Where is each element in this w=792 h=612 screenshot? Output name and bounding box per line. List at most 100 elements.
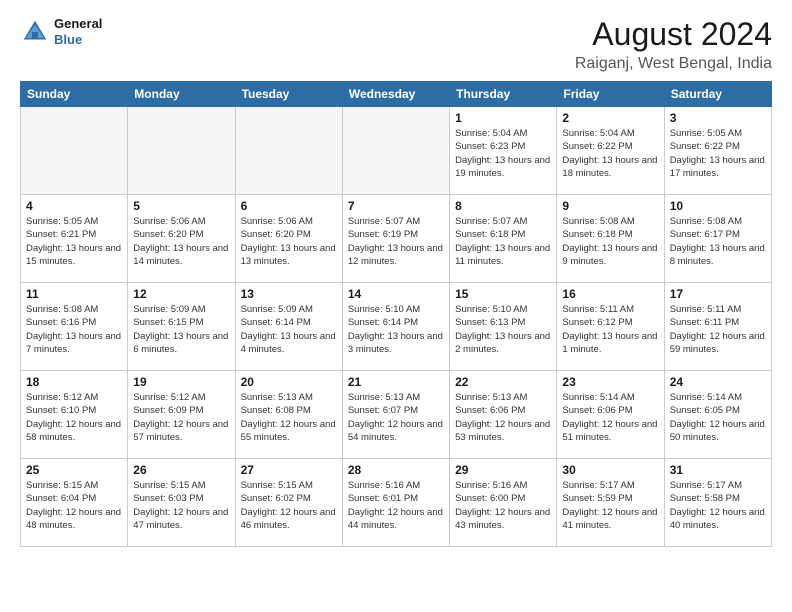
calendar-cell: 29 Sunrise: 5:16 AM Sunset: 6:00 PM Dayli… <box>450 459 557 547</box>
day-info: Sunrise: 5:15 AM Sunset: 6:02 PM Dayligh… <box>241 479 337 532</box>
calendar-cell: 5 Sunrise: 5:06 AM Sunset: 6:20 PM Daylig… <box>128 195 235 283</box>
day-info: Sunrise: 5:06 AM Sunset: 6:20 PM Dayligh… <box>241 215 337 268</box>
day-number: 2 <box>562 111 658 125</box>
calendar-week-1: 1Sunrise: 5:04 AM Sunset: 6:23 PM Daylig… <box>21 107 772 195</box>
day-info: Sunrise: 5:12 AM Sunset: 6:10 PM Dayligh… <box>26 391 122 444</box>
calendar-cell: 23 Sunrise: 5:14 AM Sunset: 6:06 PM Dayli… <box>557 371 664 459</box>
calendar-cell: 17 Sunrise: 5:11 AM Sunset: 6:11 PM Dayli… <box>664 283 771 371</box>
day-info: Sunrise: 5:08 AM Sunset: 6:17 PM Dayligh… <box>670 215 766 268</box>
calendar-header-saturday: Saturday <box>664 82 771 107</box>
calendar-cell: 6 Sunrise: 5:06 AM Sunset: 6:20 PM Daylig… <box>235 195 342 283</box>
day-number: 14 <box>348 287 444 301</box>
day-number: 22 <box>455 375 551 389</box>
day-info: Sunrise: 5:04 AM Sunset: 6:22 PM Dayligh… <box>562 127 658 180</box>
calendar-cell: 27 Sunrise: 5:15 AM Sunset: 6:02 PM Dayli… <box>235 459 342 547</box>
day-number: 17 <box>670 287 766 301</box>
day-number: 30 <box>562 463 658 477</box>
calendar-cell: 21 Sunrise: 5:13 AM Sunset: 6:07 PM Dayli… <box>342 371 449 459</box>
day-info: Sunrise: 5:14 AM Sunset: 6:06 PM Dayligh… <box>562 391 658 444</box>
calendar-header-thursday: Thursday <box>450 82 557 107</box>
day-info: Sunrise: 5:05 AM Sunset: 6:21 PM Dayligh… <box>26 215 122 268</box>
day-info: Sunrise: 5:15 AM Sunset: 6:04 PM Dayligh… <box>26 479 122 532</box>
calendar-cell: 13Sunrise: 5:09 AM Sunset: 6:14 PM Dayli… <box>235 283 342 371</box>
location-title: Raiganj, West Bengal, India <box>575 55 772 73</box>
day-number: 27 <box>241 463 337 477</box>
calendar-cell: 2 Sunrise: 5:04 AM Sunset: 6:22 PM Daylig… <box>557 107 664 195</box>
day-info: Sunrise: 5:10 AM Sunset: 6:14 PM Dayligh… <box>348 303 444 356</box>
day-number: 29 <box>455 463 551 477</box>
day-number: 10 <box>670 199 766 213</box>
calendar-week-4: 18 Sunrise: 5:12 AM Sunset: 6:10 PM Dayli… <box>21 371 772 459</box>
calendar-header-wednesday: Wednesday <box>342 82 449 107</box>
day-info: Sunrise: 5:17 AM Sunset: 5:58 PM Dayligh… <box>670 479 766 532</box>
day-number: 11 <box>26 287 122 301</box>
calendar-cell: 28 Sunrise: 5:16 AM Sunset: 6:01 PM Dayli… <box>342 459 449 547</box>
day-number: 28 <box>348 463 444 477</box>
day-number: 9 <box>562 199 658 213</box>
calendar-cell: 11Sunrise: 5:08 AM Sunset: 6:16 PM Dayli… <box>21 283 128 371</box>
day-info: Sunrise: 5:05 AM Sunset: 6:22 PM Dayligh… <box>670 127 766 180</box>
calendar-week-2: 4 Sunrise: 5:05 AM Sunset: 6:21 PM Daylig… <box>21 195 772 283</box>
calendar-cell: 10 Sunrise: 5:08 AM Sunset: 6:17 PM Dayli… <box>664 195 771 283</box>
calendar-cell: 31 Sunrise: 5:17 AM Sunset: 5:58 PM Dayli… <box>664 459 771 547</box>
day-number: 31 <box>670 463 766 477</box>
calendar-cell: 15 Sunrise: 5:10 AM Sunset: 6:13 PM Dayli… <box>450 283 557 371</box>
calendar-header-monday: Monday <box>128 82 235 107</box>
day-number: 5 <box>133 199 229 213</box>
day-info: Sunrise: 5:13 AM Sunset: 6:07 PM Dayligh… <box>348 391 444 444</box>
calendar-week-5: 25 Sunrise: 5:15 AM Sunset: 6:04 PM Dayli… <box>21 459 772 547</box>
day-number: 6 <box>241 199 337 213</box>
day-number: 12 <box>133 287 229 301</box>
day-info: Sunrise: 5:11 AM Sunset: 6:11 PM Dayligh… <box>670 303 766 356</box>
calendar-cell: 16 Sunrise: 5:11 AM Sunset: 6:12 PM Dayli… <box>557 283 664 371</box>
calendar-cell: 24Sunrise: 5:14 AM Sunset: 6:05 PM Dayli… <box>664 371 771 459</box>
calendar-cell: 7Sunrise: 5:07 AM Sunset: 6:19 PM Daylig… <box>342 195 449 283</box>
day-info: Sunrise: 5:07 AM Sunset: 6:18 PM Dayligh… <box>455 215 551 268</box>
calendar-cell <box>235 107 342 195</box>
day-number: 20 <box>241 375 337 389</box>
day-number: 24 <box>670 375 766 389</box>
day-number: 4 <box>26 199 122 213</box>
day-number: 15 <box>455 287 551 301</box>
month-title: August 2024 <box>575 16 772 53</box>
day-info: Sunrise: 5:13 AM Sunset: 6:08 PM Dayligh… <box>241 391 337 444</box>
calendar: SundayMondayTuesdayWednesdayThursdayFrid… <box>20 81 772 547</box>
calendar-cell: 1Sunrise: 5:04 AM Sunset: 6:23 PM Daylig… <box>450 107 557 195</box>
calendar-cell: 19 Sunrise: 5:12 AM Sunset: 6:09 PM Dayli… <box>128 371 235 459</box>
header: General Blue August 2024 Raiganj, West B… <box>20 16 772 73</box>
calendar-cell: 12 Sunrise: 5:09 AM Sunset: 6:15 PM Dayli… <box>128 283 235 371</box>
calendar-cell: 8Sunrise: 5:07 AM Sunset: 6:18 PM Daylig… <box>450 195 557 283</box>
day-info: Sunrise: 5:10 AM Sunset: 6:13 PM Dayligh… <box>455 303 551 356</box>
calendar-cell: 4 Sunrise: 5:05 AM Sunset: 6:21 PM Daylig… <box>21 195 128 283</box>
day-number: 16 <box>562 287 658 301</box>
day-number: 19 <box>133 375 229 389</box>
day-info: Sunrise: 5:16 AM Sunset: 6:00 PM Dayligh… <box>455 479 551 532</box>
day-info: Sunrise: 5:08 AM Sunset: 6:18 PM Dayligh… <box>562 215 658 268</box>
day-number: 18 <box>26 375 122 389</box>
day-number: 23 <box>562 375 658 389</box>
day-info: Sunrise: 5:06 AM Sunset: 6:20 PM Dayligh… <box>133 215 229 268</box>
calendar-header-row: SundayMondayTuesdayWednesdayThursdayFrid… <box>21 82 772 107</box>
day-info: Sunrise: 5:12 AM Sunset: 6:09 PM Dayligh… <box>133 391 229 444</box>
day-info: Sunrise: 5:16 AM Sunset: 6:01 PM Dayligh… <box>348 479 444 532</box>
calendar-cell <box>128 107 235 195</box>
calendar-cell: 30 Sunrise: 5:17 AM Sunset: 5:59 PM Dayli… <box>557 459 664 547</box>
calendar-cell: 26Sunrise: 5:15 AM Sunset: 6:03 PM Dayli… <box>128 459 235 547</box>
calendar-cell <box>21 107 128 195</box>
day-number: 21 <box>348 375 444 389</box>
calendar-header-tuesday: Tuesday <box>235 82 342 107</box>
day-info: Sunrise: 5:04 AM Sunset: 6:23 PM Dayligh… <box>455 127 551 180</box>
logo-text: General Blue <box>54 16 102 47</box>
day-info: Sunrise: 5:11 AM Sunset: 6:12 PM Dayligh… <box>562 303 658 356</box>
day-number: 3 <box>670 111 766 125</box>
day-number: 7 <box>348 199 444 213</box>
logo: General Blue <box>20 16 102 47</box>
day-info: Sunrise: 5:13 AM Sunset: 6:06 PM Dayligh… <box>455 391 551 444</box>
page: General Blue August 2024 Raiganj, West B… <box>0 0 792 612</box>
day-info: Sunrise: 5:17 AM Sunset: 5:59 PM Dayligh… <box>562 479 658 532</box>
calendar-header-friday: Friday <box>557 82 664 107</box>
day-info: Sunrise: 5:09 AM Sunset: 6:15 PM Dayligh… <box>133 303 229 356</box>
calendar-cell: 18 Sunrise: 5:12 AM Sunset: 6:10 PM Dayli… <box>21 371 128 459</box>
calendar-header-sunday: Sunday <box>21 82 128 107</box>
day-number: 25 <box>26 463 122 477</box>
